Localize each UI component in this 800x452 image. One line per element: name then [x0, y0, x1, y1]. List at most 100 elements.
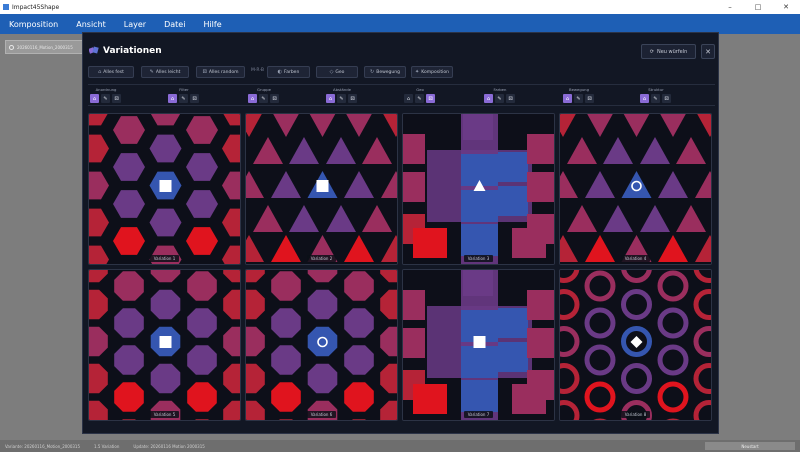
pattern-shape: [344, 271, 374, 301]
variation-label: Variation 7: [403, 411, 554, 418]
dialog-close-button[interactable]: ✕: [701, 44, 715, 59]
pattern-shape: [271, 345, 301, 375]
variation-card-6[interactable]: Variation 6: [245, 269, 398, 421]
pattern-shape: [307, 289, 338, 320]
menu-hilfe[interactable]: Hilfe: [194, 20, 230, 29]
pattern-shape: [498, 342, 528, 372]
variation-label: Variation 2: [246, 255, 397, 262]
lock-option-fixed[interactable]: ⌂: [168, 94, 177, 103]
background-layer-chip[interactable]: 20260116_Motion_2000315: [5, 40, 83, 54]
layer-icon: [9, 44, 14, 50]
lock-option-random[interactable]: ⚄: [112, 94, 121, 103]
attr-options: ⌂ ✎ ⚄: [404, 94, 435, 103]
attr-group-farben: Farben ⌂ ✎ ⚄: [482, 87, 518, 105]
lock-option-random[interactable]: ⚄: [348, 94, 357, 103]
variation-card-4[interactable]: Variation 4: [559, 113, 712, 265]
all-random-button[interactable]: ⚄ Alles random: [196, 66, 245, 78]
dialog-header: Variationen ⟳ Neu würfeln ✕: [83, 33, 718, 63]
minimize-button[interactable]: –: [716, 0, 744, 14]
pattern-shape: [114, 308, 144, 338]
pattern-shape: [463, 114, 493, 140]
pattern-shape: [187, 345, 217, 375]
variation-card-7[interactable]: Variation 7: [402, 269, 555, 421]
lock-option-random[interactable]: ⚄: [426, 94, 435, 103]
lock-option-light[interactable]: ✎: [415, 94, 424, 103]
lock-option-random[interactable]: ⚄: [662, 94, 671, 103]
lock-option-random[interactable]: ⚄: [506, 94, 515, 103]
lock-option-fixed[interactable]: ⌂: [248, 94, 257, 103]
feather-icon: ✎: [149, 69, 154, 75]
lock-option-light[interactable]: ✎: [495, 94, 504, 103]
variations-icon: [89, 46, 99, 54]
variation-preview: [89, 270, 240, 420]
lock-option-fixed[interactable]: ⌂: [404, 94, 413, 103]
title-bar: Impact45Shape – □ ✕: [0, 0, 800, 14]
pattern-shape: [187, 308, 217, 338]
pattern-shape: [413, 228, 447, 258]
close-window-button[interactable]: ✕: [772, 0, 800, 14]
regenerate-label: Neu würfeln: [656, 48, 688, 55]
pattern-shape: [527, 134, 554, 164]
pattern-shape: [403, 328, 425, 358]
lock-option-fixed[interactable]: ⌂: [640, 94, 649, 103]
lock-option-fixed[interactable]: ⌂: [90, 94, 99, 103]
menu-komposition[interactable]: Komposition: [0, 20, 67, 29]
menu-ansicht[interactable]: Ansicht: [67, 20, 115, 29]
menu-layer[interactable]: Layer: [115, 20, 155, 29]
lock-option-light[interactable]: ✎: [101, 94, 110, 103]
maximize-button[interactable]: □: [744, 0, 772, 14]
pattern-shape: [271, 382, 301, 412]
pattern-shape: [498, 152, 528, 182]
attr-group-filter: Filter ⌂ ✎ ⚄: [166, 87, 202, 105]
center-square-marker: [473, 336, 486, 348]
variation-card-8[interactable]: Variation 8: [559, 269, 712, 421]
restart-button[interactable]: Neustart: [705, 442, 795, 450]
pattern-shape: [498, 186, 528, 216]
geo-button[interactable]: ◇ Geo: [316, 66, 358, 78]
all-fixed-label: Alles fest: [103, 69, 124, 75]
lock-option-random[interactable]: ⚄: [190, 94, 199, 103]
pattern-shape: [114, 382, 144, 412]
lock-option-light[interactable]: ✎: [179, 94, 188, 103]
attr-options: ⌂ ✎ ⚄: [90, 94, 121, 103]
motion-button[interactable]: ↻ Bewegung: [364, 66, 406, 78]
attr-label: Gruppe: [256, 87, 272, 92]
lock-option-random[interactable]: ⚄: [585, 94, 594, 103]
attr-group-anordnung: Anordnung ⌂ ✎ ⚄: [88, 87, 124, 105]
lock-option-light[interactable]: ✎: [337, 94, 346, 103]
lock-option-fixed[interactable]: ⌂: [563, 94, 572, 103]
shapes-icon: ◇: [329, 69, 334, 75]
variation-card-1[interactable]: Variation 1: [88, 113, 241, 265]
variation-card-5[interactable]: Variation 5: [88, 269, 241, 421]
colors-button[interactable]: ◐ Farben: [267, 66, 310, 78]
lock-option-fixed[interactable]: ⌂: [326, 94, 335, 103]
pattern-shape: [187, 271, 217, 301]
lock-option-light[interactable]: ✎: [574, 94, 583, 103]
lock-option-light[interactable]: ✎: [259, 94, 268, 103]
variations-grid: Variation 1 Variation 2 Variation 3 Vari…: [88, 113, 715, 423]
motion-label: Bewegung: [376, 69, 400, 75]
all-light-button[interactable]: ✎ Alles leicht: [141, 66, 189, 78]
all-random-label: Alles random: [208, 69, 239, 75]
variation-label: Variation 6: [246, 411, 397, 418]
regenerate-button[interactable]: ⟳ Neu würfeln: [641, 44, 696, 59]
pattern-shape: [461, 224, 498, 256]
lock-option-random[interactable]: ⚄: [270, 94, 279, 103]
attr-group-struktur: Struktur ⌂ ✎ ⚄: [638, 87, 674, 105]
variation-card-3[interactable]: Variation 3: [402, 113, 555, 265]
lock-option-light[interactable]: ✎: [651, 94, 660, 103]
pattern-shape: [186, 264, 218, 265]
dialog-title: Variationen: [103, 46, 162, 56]
all-fixed-button[interactable]: ⌂ Alles fest: [88, 66, 134, 78]
variation-card-2[interactable]: Variation 2: [245, 113, 398, 265]
attr-options: ⌂ ✎ ⚄: [326, 94, 357, 103]
pattern-shape: [344, 308, 374, 338]
pattern-shape: [344, 382, 374, 412]
attr-options: ⌂ ✎ ⚄: [168, 94, 199, 103]
menu-datei[interactable]: Datei: [155, 20, 194, 29]
variation-preview: [403, 114, 554, 264]
composition-button[interactable]: ✦ Komposition: [411, 66, 453, 78]
pattern-shape: [307, 326, 338, 357]
lock-option-fixed[interactable]: ⌂: [484, 94, 493, 103]
variation-label: Variation 1: [89, 255, 240, 262]
